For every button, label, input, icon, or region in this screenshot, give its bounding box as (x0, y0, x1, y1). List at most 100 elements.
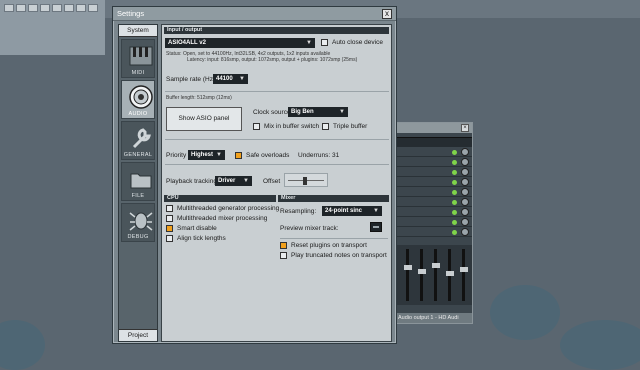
mixer-output-label[interactable]: Audio output 1 - HD Audi (396, 313, 472, 323)
led-icon[interactable] (452, 230, 457, 235)
background-mixer-window: × Audio output 1 - HD Audi (395, 122, 473, 324)
settings-window: Settings x System MIDI AUDIO GENERAL FIL… (112, 6, 397, 344)
clock-source-select[interactable]: Big Ben ▼ (288, 107, 348, 117)
resampling-value: 24-point sinc (325, 208, 363, 214)
led-icon[interactable] (452, 160, 457, 165)
triple-buffer-label: Triple buffer (333, 123, 368, 130)
knob-icon[interactable] (461, 208, 469, 216)
fader-track[interactable] (431, 249, 440, 301)
mixer-row (396, 207, 472, 217)
bg-cell (4, 4, 14, 12)
safe-overloads-checkbox[interactable] (235, 152, 242, 159)
chevron-down-icon: ▼ (339, 109, 345, 115)
sidebar-item-label: AUDIO (128, 111, 148, 117)
reset-plugins-checkbox[interactable] (280, 242, 287, 249)
mixer-row (396, 177, 472, 187)
mixer-row (396, 217, 472, 227)
resampling-label: Resampling: (280, 208, 317, 215)
fader-handle[interactable] (459, 267, 468, 272)
knob-icon[interactable] (461, 168, 469, 176)
fader-track[interactable] (417, 249, 426, 301)
fader-track[interactable] (445, 249, 454, 301)
sidebar-item-general[interactable]: GENERAL (121, 121, 155, 160)
tab-project[interactable]: Project (119, 329, 157, 341)
underruns-counter: Underruns: 31 (298, 152, 340, 159)
knob-icon[interactable] (461, 158, 469, 166)
led-icon[interactable] (452, 190, 457, 195)
mixer-row (396, 187, 472, 197)
bg-cell (76, 4, 86, 12)
cpu-option-checkbox[interactable] (166, 205, 173, 212)
mixer-row (396, 167, 472, 177)
cpu-option-checkbox[interactable] (166, 215, 173, 222)
fader-track[interactable] (403, 249, 412, 301)
sidebar-item-debug[interactable]: DEBUG (121, 203, 155, 242)
sample-rate-select[interactable]: 44100 ▼ (213, 74, 248, 84)
divider (165, 91, 389, 92)
chevron-down-icon: ▼ (373, 208, 379, 214)
cpu-option-label: Align tick lengths (177, 235, 226, 242)
mixer-close-icon[interactable]: × (461, 124, 469, 132)
fader-handle[interactable] (403, 265, 412, 270)
mix-in-buffer-checkbox[interactable] (253, 123, 260, 130)
sidebar-item-midi[interactable]: MIDI (121, 39, 155, 78)
titlebar: Settings x (113, 7, 396, 21)
background-decoration (490, 285, 560, 340)
mix-in-buffer-label: Mix in buffer switch (264, 123, 320, 130)
chevron-down-icon: ▼ (216, 152, 222, 158)
playback-tracking-select[interactable]: Driver ▼ (215, 176, 252, 186)
mixer-row (396, 197, 472, 207)
close-icon[interactable]: x (382, 9, 392, 19)
bg-cell (28, 4, 38, 12)
divider (165, 164, 389, 165)
sample-rate-value: 44100 (216, 76, 233, 82)
knob-icon[interactable] (461, 218, 469, 226)
play-truncated-notes-label: Play truncated notes on transport (291, 252, 387, 259)
led-icon[interactable] (452, 170, 457, 175)
auto-close-device-checkbox[interactable] (321, 39, 328, 46)
mixer-row (396, 157, 472, 167)
sidebar-item-file[interactable]: FILE (121, 162, 155, 201)
device-select-value: ASIO4ALL v2 (168, 40, 206, 46)
buffer-length-text: Buffer length: 512smp (12ms) (166, 95, 232, 101)
knob-icon[interactable] (461, 178, 469, 186)
knob-icon[interactable] (461, 148, 469, 156)
triple-buffer-checkbox[interactable] (322, 123, 329, 130)
knob-icon[interactable] (461, 198, 469, 206)
cpu-option-checkbox[interactable] (166, 225, 173, 232)
cpu-option-checkbox[interactable] (166, 235, 173, 242)
play-truncated-notes-checkbox[interactable] (280, 252, 287, 259)
led-icon[interactable] (452, 200, 457, 205)
sidebar-item-audio[interactable]: AUDIO (121, 80, 155, 119)
fader-track[interactable] (459, 249, 468, 301)
show-asio-panel-button[interactable]: Show ASIO panel (166, 107, 242, 131)
knob-icon[interactable] (461, 228, 469, 236)
fader-handle[interactable] (417, 269, 426, 274)
reset-plugins-label: Reset plugins on transport (291, 242, 367, 249)
chevron-down-icon: ▼ (243, 178, 249, 184)
sample-rate-label: Sample rate (Hz) (166, 76, 216, 83)
fader-handle[interactable] (431, 263, 440, 268)
audio-settings-panel: Input / output ASIO4ALL v2 ▼ Auto close d… (161, 24, 392, 342)
offset-slider-handle[interactable] (303, 177, 307, 185)
track-selector-icon (373, 226, 379, 228)
midi-icon (129, 46, 153, 66)
resampling-select[interactable]: 24-point sinc ▼ (322, 206, 382, 216)
led-icon[interactable] (452, 220, 457, 225)
tab-system[interactable]: System (119, 25, 157, 37)
window-title: Settings (117, 9, 145, 18)
knob-icon[interactable] (461, 188, 469, 196)
led-icon[interactable] (452, 210, 457, 215)
folder-icon (130, 173, 152, 189)
cpu-option-label: Multithreaded generator processing (177, 205, 280, 212)
priority-select[interactable]: Highest ▼ (188, 150, 225, 160)
device-select[interactable]: ASIO4ALL v2 ▼ (165, 38, 315, 48)
preview-track-selector[interactable] (370, 222, 382, 232)
offset-slider[interactable] (284, 173, 328, 187)
fader-handle[interactable] (445, 271, 454, 276)
bug-icon (129, 212, 153, 231)
led-icon[interactable] (452, 150, 457, 155)
auto-close-device-label: Auto close device (332, 39, 383, 46)
led-icon[interactable] (452, 180, 457, 185)
background-browser-panel (0, 0, 105, 55)
